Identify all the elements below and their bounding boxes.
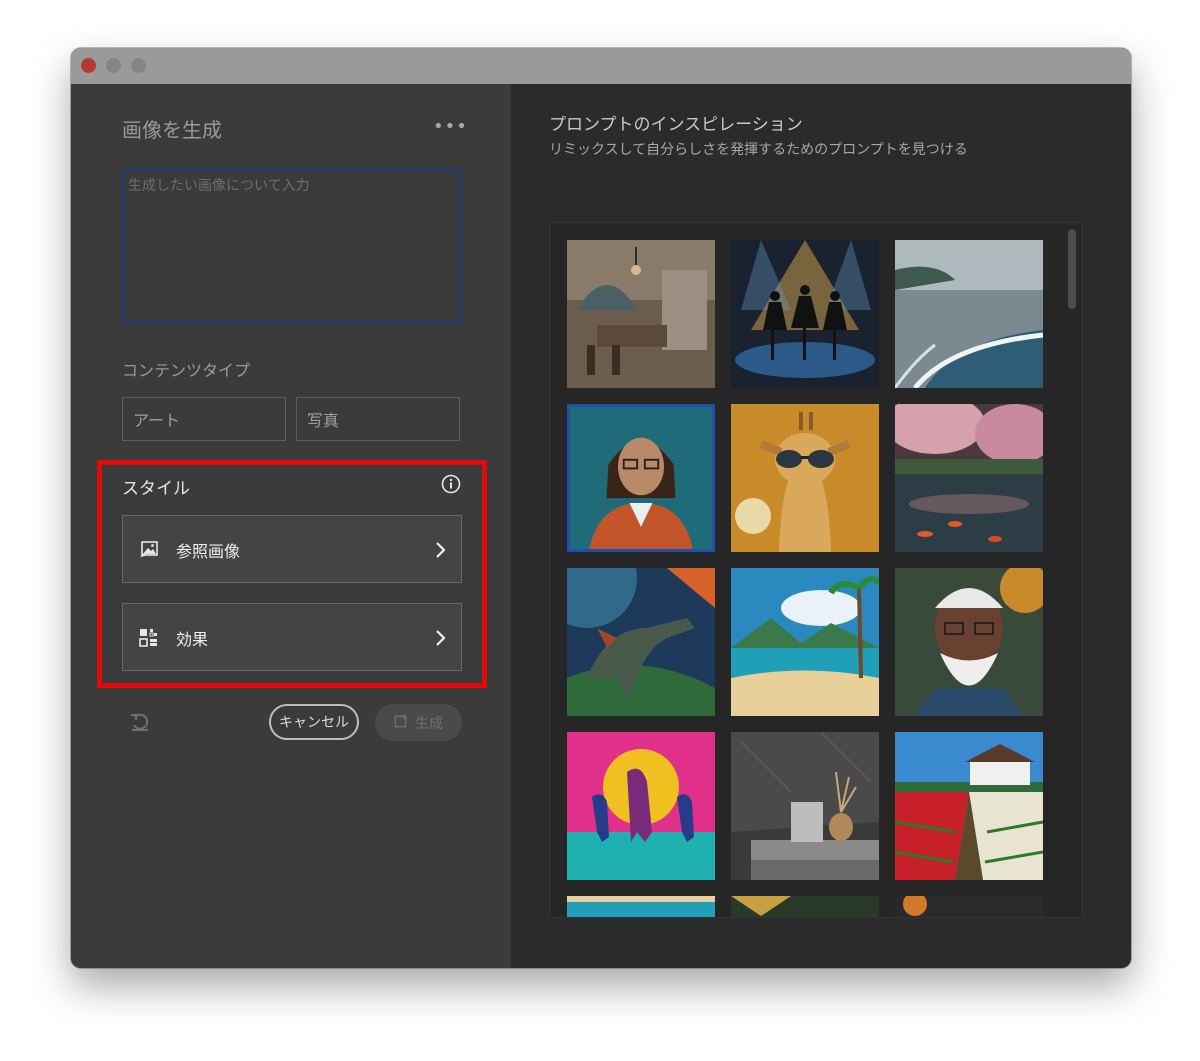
gallery-thumbnail-cherry-pond[interactable] — [895, 404, 1043, 552]
minimize-window-button[interactable] — [106, 58, 121, 73]
generate-label: 生成 — [415, 715, 443, 732]
inspiration-gallery[interactable] — [549, 222, 1083, 918]
gallery-thumbnail-beach[interactable] — [895, 240, 1043, 388]
zoom-window-button[interactable] — [131, 58, 146, 73]
gallery-thumbnail-marble-vase[interactable] — [731, 732, 879, 880]
gallery-thumbnail-partial-2[interactable] — [731, 896, 879, 917]
content-type-art-button[interactable]: アート — [122, 397, 286, 441]
generate-icon — [394, 713, 409, 732]
inspiration-subtitle: リミックスして自分らしさを発揮するためのプロンプトを見つける — [549, 142, 968, 158]
info-icon[interactable] — [441, 474, 461, 494]
gallery-thumbnail-ballet[interactable] — [731, 240, 879, 388]
gallery-thumbnail-old-man-portrait[interactable] — [895, 568, 1043, 716]
chevron-right-icon — [435, 628, 447, 648]
effects-icon — [138, 627, 160, 649]
gallery-thumbnail-dinosaur[interactable] — [567, 568, 715, 716]
cancel-button[interactable]: キャンセル — [269, 704, 359, 740]
app-window: 画像を生成 ••• コンテンツタイプ アート 写真 スタイル — [71, 48, 1131, 968]
gallery-thumbnail-tropical-beach[interactable] — [731, 568, 879, 716]
gallery-thumbnail-partial-3[interactable] — [895, 896, 1043, 917]
inspiration-panel: プロンプトのインスピレーション リミックスして自分らしさを発揮するためのプロンプ… — [511, 84, 1131, 968]
gallery-thumbnail-tulip-field[interactable] — [895, 732, 1043, 880]
inspiration-title: プロンプトのインスピレーション — [549, 115, 803, 135]
title-bar — [71, 48, 1131, 84]
gallery-thumbnail-kitchen[interactable] — [567, 240, 715, 388]
content-type-photo-button[interactable]: 写真 — [296, 397, 460, 441]
gallery-thumbnail-partial-1[interactable] — [567, 896, 715, 917]
gallery-thumbnail-giraffe[interactable] — [731, 404, 879, 552]
gallery-scrollbar-thumb[interactable] — [1068, 229, 1076, 309]
prompt-input[interactable] — [128, 175, 455, 317]
chevron-right-icon — [435, 540, 447, 560]
gallery-thumbnail-woman-portrait[interactable] — [567, 404, 715, 552]
more-options-icon[interactable]: ••• — [433, 116, 468, 137]
reference-image-icon — [138, 539, 160, 561]
style-label: スタイル — [122, 479, 190, 499]
content-type-label: コンテンツタイプ — [122, 361, 251, 380]
generate-button[interactable]: 生成 — [375, 704, 462, 741]
gallery-scrollbar[interactable] — [1067, 225, 1079, 913]
close-window-button[interactable] — [81, 58, 96, 73]
generate-panel: 画像を生成 ••• コンテンツタイプ アート 写真 スタイル — [71, 84, 511, 968]
effects-label: 効果 — [176, 630, 209, 649]
panel-title: 画像を生成 — [122, 118, 222, 142]
gallery-thumbnail-neon-horses[interactable] — [567, 732, 715, 880]
prompt-input-container — [122, 169, 461, 323]
undo-icon[interactable] — [129, 711, 151, 733]
reference-image-label: 参照画像 — [176, 542, 241, 561]
effects-row[interactable]: 効果 — [122, 603, 462, 671]
reference-image-row[interactable]: 参照画像 — [122, 515, 462, 583]
